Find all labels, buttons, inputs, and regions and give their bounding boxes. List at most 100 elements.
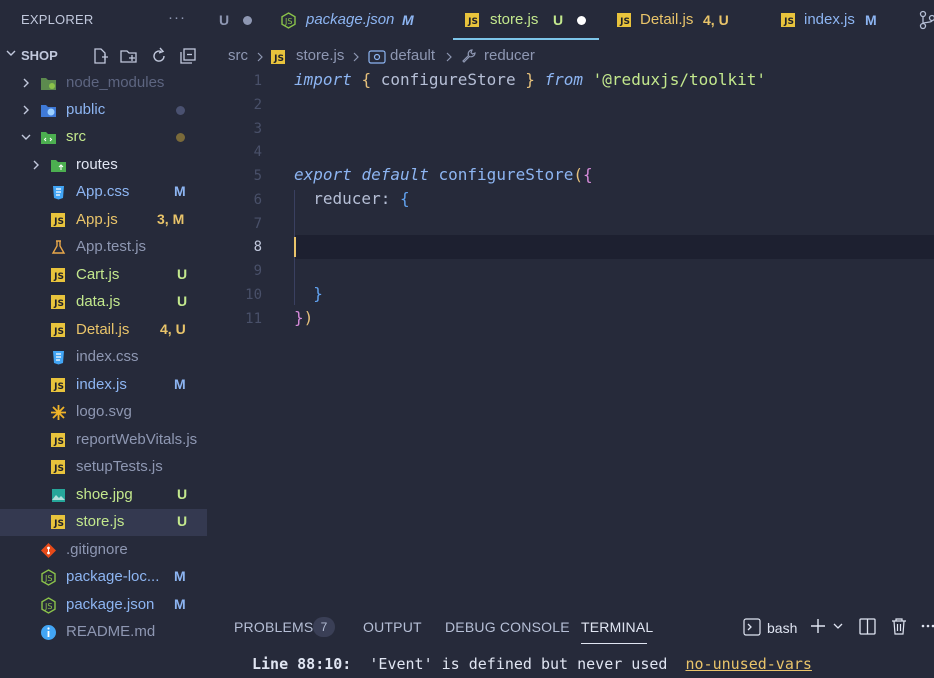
file-cart-js[interactable]: JS Cart.js U	[0, 262, 207, 289]
unsaved-dot-icon[interactable]	[577, 16, 586, 25]
status-dot	[176, 106, 185, 115]
workspace-name: SHOP	[21, 48, 58, 63]
file-gitignore[interactable]: .gitignore	[0, 537, 207, 564]
breadcrumb-file[interactable]: store.js	[296, 47, 344, 64]
terminal-shell-name[interactable]: bash	[767, 620, 797, 636]
file-name: README.md	[66, 623, 156, 640]
git-status-badge: M	[174, 376, 186, 392]
folder-public[interactable]: public	[0, 97, 207, 124]
file-data-js[interactable]: JS data.js U	[0, 289, 207, 316]
file-index-css[interactable]: index.css	[0, 344, 207, 371]
bracket: (	[573, 165, 584, 184]
file-name: .gitignore	[66, 541, 128, 558]
identifier: configureStore	[371, 70, 526, 89]
file-package-json[interactable]: JS package.json M	[0, 592, 207, 619]
line-number: 5	[253, 168, 262, 184]
file-name: index.js	[76, 376, 127, 393]
file-detail-js[interactable]: JS Detail.js 4, U	[0, 317, 207, 344]
git-status-badge: M	[174, 596, 186, 612]
css-file-icon	[53, 186, 64, 200]
chevron-right-icon	[257, 52, 263, 62]
workspace-root[interactable]: SHOP	[0, 44, 207, 68]
file-app-css[interactable]: App.css M	[0, 179, 207, 206]
info-icon	[41, 625, 56, 640]
explorer-title: EXPLORER	[21, 12, 94, 27]
code-line-6: reducer: {	[294, 189, 409, 208]
tab-untitled[interactable]: U	[207, 0, 265, 40]
active-panel-indicator	[581, 643, 647, 644]
tab-status: U	[219, 12, 230, 28]
file-name: setupTests.js	[76, 458, 163, 475]
file-app-js[interactable]: JS App.js 3, M	[0, 207, 207, 234]
bracket: }	[294, 308, 304, 327]
current-line-highlight	[294, 235, 934, 259]
breadcrumb-src[interactable]: src	[228, 47, 248, 64]
file-setup-tests-js[interactable]: JS setupTests.js	[0, 454, 207, 481]
tab-package-json[interactable]: JS package.json M	[275, 0, 455, 40]
git-status-badge: M	[174, 183, 186, 199]
tab-problems[interactable]: PROBLEMS	[234, 619, 313, 635]
tab-output[interactable]: OUTPUT	[363, 619, 422, 635]
javascript-file-icon: JS	[51, 515, 65, 529]
trash-icon[interactable]	[891, 617, 907, 635]
problems-count-badge: 7	[313, 617, 335, 637]
svg-text:JS: JS	[284, 17, 292, 26]
file-name: Detail.js	[76, 321, 130, 338]
file-report-web-vitals-js[interactable]: JS reportWebVitals.js	[0, 427, 207, 454]
terminal-output-line: Line 88:10: 'Event' is defined but never…	[252, 655, 812, 673]
file-name: node_modules	[66, 74, 165, 91]
file-name: App.js	[76, 211, 118, 228]
tab-store-js[interactable]: JS store.js U	[453, 0, 599, 40]
file-store-js[interactable]: JS store.js U	[0, 509, 207, 536]
git-status-badge: 4, U	[160, 321, 186, 337]
file-name: App.test.js	[76, 238, 147, 255]
file-name: src	[66, 128, 86, 145]
javascript-file-icon: JS	[51, 460, 65, 474]
new-folder-icon[interactable]	[119, 46, 139, 66]
breadcrumb: src JS store.js default reducer	[207, 42, 934, 70]
status-dot	[176, 133, 185, 142]
explorer-header: EXPLORER ···	[0, 0, 207, 40]
file-name: package-loc...	[66, 568, 160, 585]
file-shoe-jpg[interactable]: shoe.jpg U	[0, 482, 207, 509]
lint-rule-link[interactable]: no-unused-vars	[685, 655, 811, 673]
file-app-test-js[interactable]: App.test.js	[0, 234, 207, 261]
folder-src[interactable]: src	[0, 124, 207, 151]
refresh-icon[interactable]	[149, 46, 169, 66]
chevron-down-icon[interactable]	[833, 622, 843, 630]
more-icon[interactable]	[921, 622, 934, 630]
file-readme-md[interactable]: README.md	[0, 619, 207, 646]
new-file-icon[interactable]	[90, 46, 110, 66]
folder-routes[interactable]: routes	[0, 152, 207, 179]
add-terminal-icon[interactable]	[810, 618, 826, 634]
css-file-icon	[53, 351, 64, 365]
folder-node-modules[interactable]: node_modules	[0, 70, 207, 97]
symbol-object-icon	[368, 50, 386, 64]
collapse-all-icon[interactable]	[178, 46, 198, 66]
tab-detail-js[interactable]: JS Detail.js 4, U	[607, 0, 757, 40]
tab-debug-console[interactable]: DEBUG CONSOLE	[445, 619, 570, 635]
line-number: 1	[253, 73, 262, 89]
test-flask-icon	[51, 240, 66, 254]
tab-index-js[interactable]: JS index.js M	[773, 0, 893, 40]
unsaved-dot-icon[interactable]	[243, 16, 252, 25]
code-editor[interactable]: 1 2 3 4 5 6 7 8 9 10 11 import { configu…	[207, 70, 934, 605]
file-name: shoe.jpg	[76, 486, 133, 503]
more-actions-icon[interactable]: ···	[168, 9, 186, 26]
file-name: reportWebVitals.js	[76, 431, 198, 448]
file-package-lock-json[interactable]: JS package-loc... M	[0, 564, 207, 591]
image-file-icon	[52, 489, 65, 502]
breadcrumb-default[interactable]: default	[390, 47, 435, 64]
tab-terminal[interactable]: TERMINAL	[581, 619, 653, 635]
breadcrumb-reducer[interactable]: reducer	[484, 47, 535, 64]
tab-label: package.json	[306, 11, 395, 28]
line-number: 3	[253, 121, 262, 137]
split-terminal-icon[interactable]	[859, 618, 876, 635]
chevron-right-icon	[23, 105, 29, 115]
tab-status: U	[553, 12, 564, 28]
file-index-js[interactable]: JS index.js M	[0, 372, 207, 399]
file-logo-svg[interactable]: logo.svg	[0, 399, 207, 426]
javascript-file-icon: JS	[51, 295, 65, 309]
source-control-icon[interactable]	[919, 10, 934, 30]
svg-file-icon	[51, 405, 66, 420]
